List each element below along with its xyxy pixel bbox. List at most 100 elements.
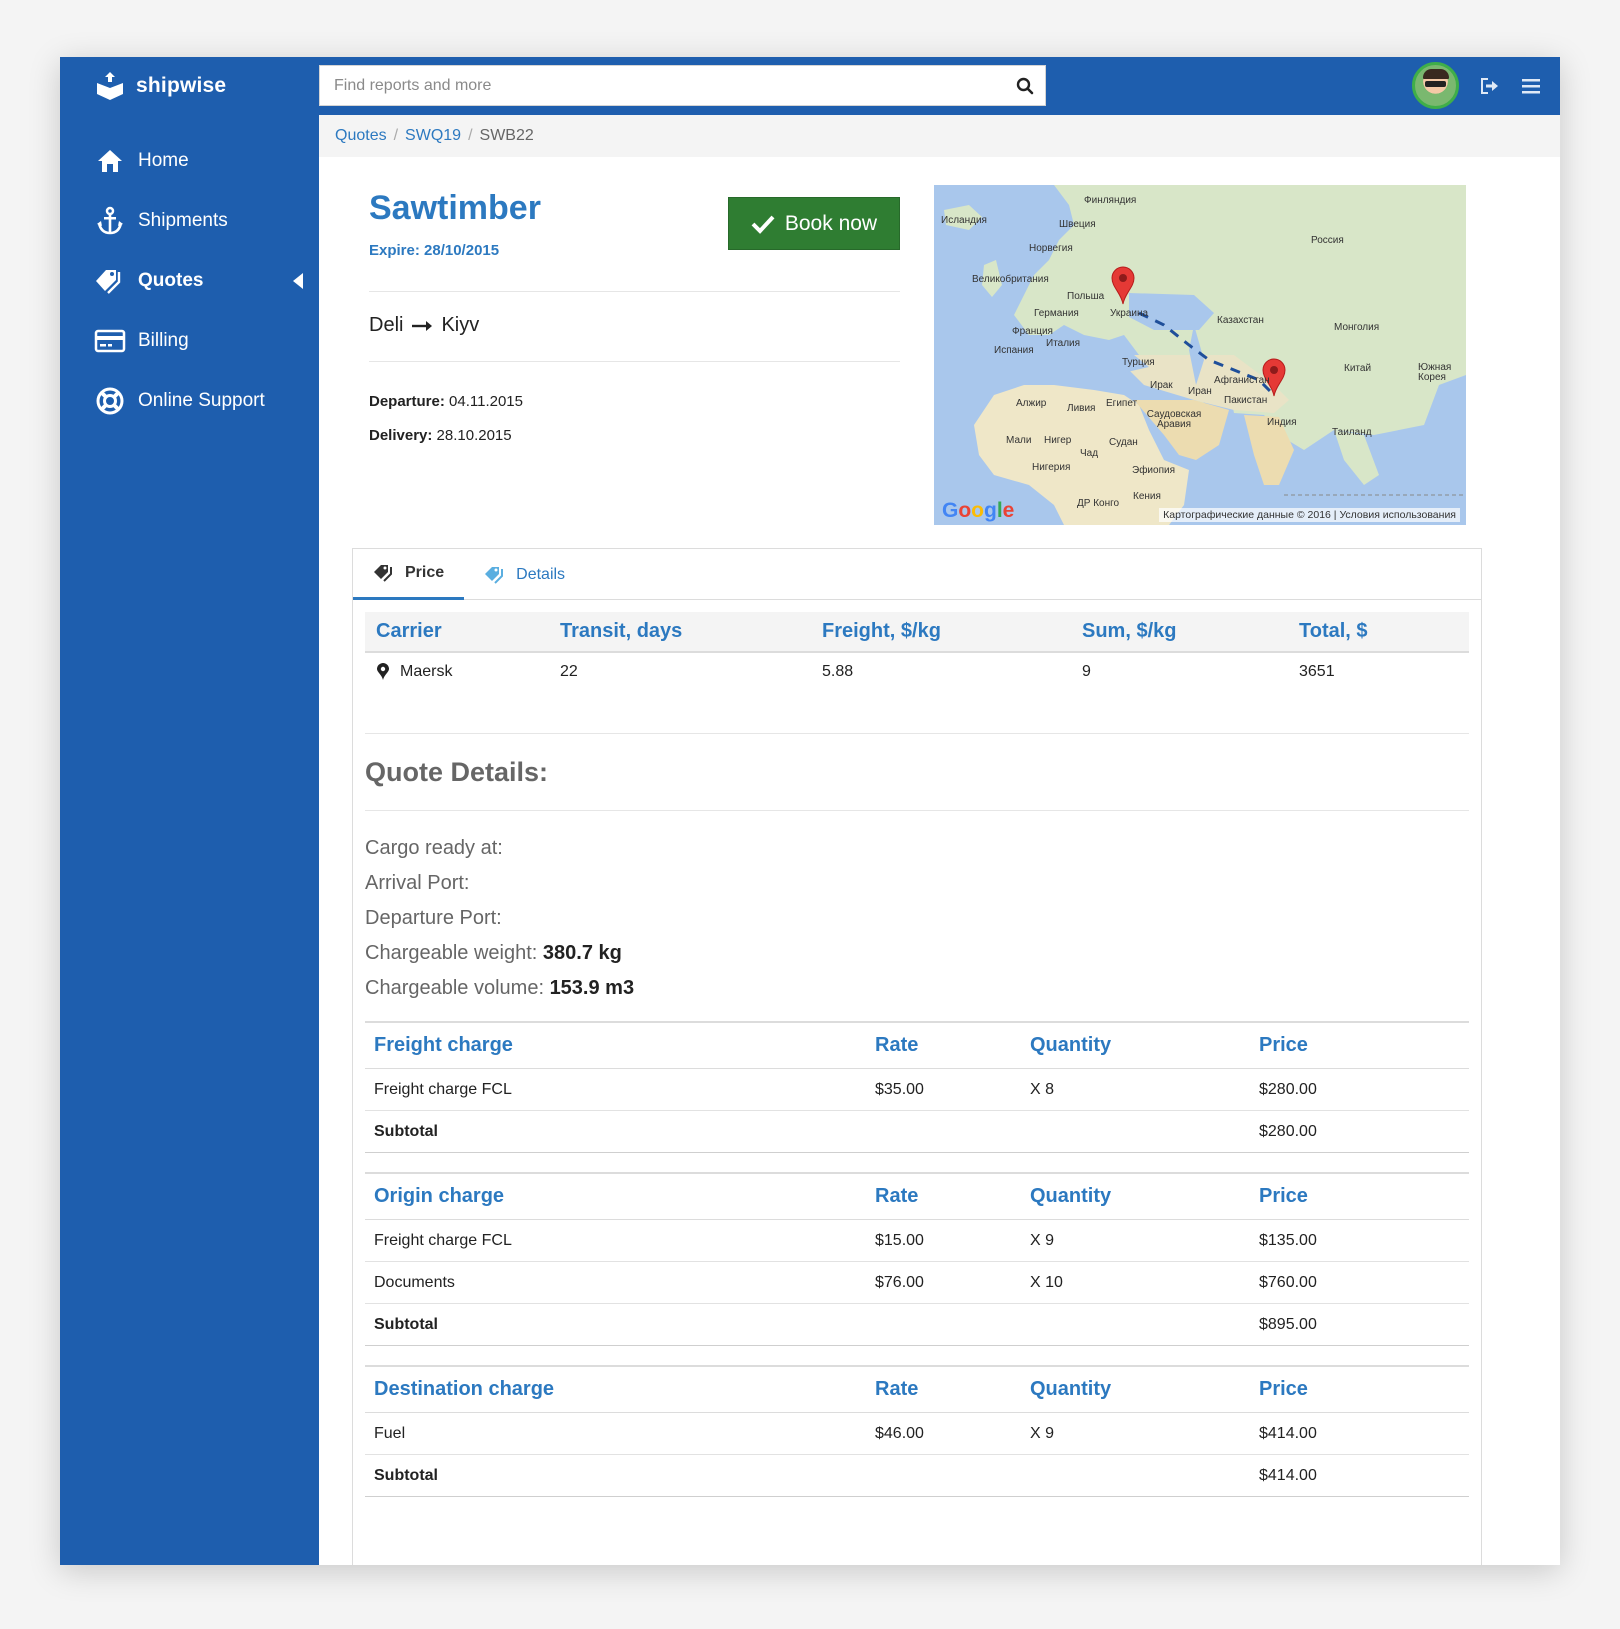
charge-price: $760.00 <box>1259 1273 1317 1291</box>
column-header-rate: Rate <box>875 1185 919 1207</box>
sidebar-item-online-support[interactable]: Online Support <box>60 371 319 431</box>
sidebar-item-quotes[interactable]: Quotes <box>60 251 319 311</box>
caret-left-icon <box>293 273 303 289</box>
column-header-quantity: Quantity <box>1030 1185 1112 1207</box>
map-label: Франция <box>1012 326 1053 337</box>
top-bar <box>319 57 1560 115</box>
carrier-name: Maersk <box>400 662 453 680</box>
breadcrumb-link-swq19[interactable]: SWQ19 <box>405 127 461 145</box>
map-label: Испания <box>994 345 1034 356</box>
google-logo-letter: g <box>984 499 997 522</box>
charge-rate: $76.00 <box>875 1273 924 1291</box>
map-terms-link[interactable]: Условия использования <box>1339 509 1456 521</box>
origin-charge-table: Origin charge Rate Quantity Price Freigh… <box>365 1172 1469 1346</box>
menu-icon[interactable] <box>1518 73 1544 99</box>
search-input[interactable] <box>320 66 1005 105</box>
column-header-total[interactable]: Total, $ <box>1299 620 1469 643</box>
column-header-price: Price <box>1259 1185 1308 1207</box>
avatar[interactable] <box>1412 62 1459 109</box>
subtotal-label: Subtotal <box>374 1122 438 1140</box>
sidebar-item-label: Home <box>138 150 189 171</box>
google-logo: Google <box>942 499 1014 523</box>
charge-title: Freight charge <box>374 1034 513 1056</box>
charge-name: Freight charge FCL <box>374 1231 512 1249</box>
charge-name: Freight charge FCL <box>374 1080 512 1098</box>
map-label: Ирак <box>1150 380 1173 391</box>
delivery-value: 28.10.2015 <box>436 427 512 444</box>
map-copyright: Картографические данные © 2016 <box>1163 509 1331 521</box>
sidebar: shipwise Home Shipments Quotes Billing O… <box>60 57 319 1565</box>
map-label: Швеция <box>1059 219 1096 230</box>
search-box <box>319 65 1046 106</box>
table-row[interactable]: Maersk 22 5.88 9 3651 <box>365 653 1469 690</box>
tab-details[interactable]: Details <box>464 549 585 600</box>
app-window: shipwise Home Shipments Quotes Billing O… <box>60 57 1560 1565</box>
chargeable-weight-value: 380.7 kg <box>542 942 622 964</box>
subtotal-label: Subtotal <box>374 1315 438 1333</box>
transit-cell: 22 <box>560 662 578 680</box>
map-label: Индия <box>1267 417 1297 428</box>
book-now-button[interactable]: Book now <box>728 197 900 250</box>
delivery-date: Delivery: 28.10.2015 <box>369 419 523 453</box>
chargeable-volume-label: Chargeable volume: <box>365 977 544 999</box>
logo[interactable]: shipwise <box>60 57 319 115</box>
charge-price: $414.00 <box>1259 1424 1317 1442</box>
avatar-hair <box>1423 69 1449 79</box>
charge-rate: $46.00 <box>875 1424 924 1442</box>
column-header-carrier[interactable]: Carrier <box>365 620 560 643</box>
breadcrumb: Quotes / SWQ19 / SWB22 <box>319 115 1560 157</box>
map-label: Чад <box>1080 448 1099 459</box>
logout-icon[interactable] <box>1477 73 1503 99</box>
map-label: Кения <box>1133 491 1161 502</box>
total-cell: 3651 <box>1299 662 1335 680</box>
map-label: Турция <box>1122 357 1155 368</box>
breadcrumb-link-quotes[interactable]: Quotes <box>335 127 387 145</box>
sidebar-item-label: Shipments <box>138 210 228 231</box>
route-from: Deli <box>369 314 404 336</box>
google-logo-letter: o <box>971 499 984 522</box>
divider <box>369 361 900 362</box>
tab-price[interactable]: Price <box>353 549 465 600</box>
map-label: Таиланд <box>1332 427 1372 438</box>
table-row: Documents $76.00 X 10 $760.00 <box>365 1262 1469 1304</box>
map-label: Нигер <box>1044 435 1072 446</box>
table-header: Destination charge Rate Quantity Price <box>365 1365 1469 1413</box>
sidebar-item-billing[interactable]: Billing <box>60 311 319 371</box>
column-header-sum[interactable]: Sum, $/kg <box>1082 620 1299 643</box>
map-label: Исландия <box>941 215 987 226</box>
route-to: Kiyv <box>441 314 480 336</box>
table-header: Freight charge Rate Quantity Price <box>365 1021 1469 1069</box>
carrier-cell: Maersk <box>365 662 560 681</box>
table-header: Carrier Transit, days Freight, $/kg Sum,… <box>365 612 1469 653</box>
column-header-transit[interactable]: Transit, days <box>560 620 822 643</box>
delivery-label: Delivery: <box>369 427 433 444</box>
quote-details-list: Cargo ready at: Arrival Port: Departure … <box>365 831 634 1006</box>
tab-label: Details <box>516 565 566 583</box>
freight-charge-table: Freight charge Rate Quantity Price Freig… <box>365 1021 1469 1153</box>
column-header-price: Price <box>1259 1378 1308 1400</box>
departure-port-label: Departure Port: <box>365 907 502 929</box>
tags-icon <box>485 566 504 584</box>
subtotal-row: Subtotal $895.00 <box>365 1304 1469 1346</box>
map-label: Саудовская Аравия <box>1146 409 1202 430</box>
sidebar-item-label: Online Support <box>138 390 265 411</box>
sidebar-item-shipments[interactable]: Shipments <box>60 191 319 251</box>
map-label: Германия <box>1034 308 1079 319</box>
breadcrumb-separator: / <box>393 127 399 144</box>
sidebar-item-home[interactable]: Home <box>60 131 319 191</box>
column-header-price: Price <box>1259 1034 1308 1056</box>
subtotal-value: $280.00 <box>1259 1122 1317 1140</box>
search-icon[interactable] <box>1005 66 1045 105</box>
map-footer: Google Картографические данные © 2016 | … <box>934 499 1466 525</box>
column-header-freight[interactable]: Freight, $/kg <box>822 620 1082 643</box>
arrow-right-icon <box>412 320 433 331</box>
home-icon <box>94 145 126 177</box>
subtotal-row: Subtotal $280.00 <box>365 1111 1469 1153</box>
map-label: Нигерия <box>1032 462 1071 473</box>
column-header-quantity: Quantity <box>1030 1034 1112 1056</box>
cargo-ready-label: Cargo ready at: <box>365 837 503 859</box>
charge-name: Documents <box>374 1273 455 1291</box>
charge-quantity: X 9 <box>1030 1231 1055 1249</box>
route-map[interactable]: Финляндия Исландия Швеция Норвегия Росси… <box>934 185 1466 525</box>
column-header-rate: Rate <box>875 1378 919 1400</box>
